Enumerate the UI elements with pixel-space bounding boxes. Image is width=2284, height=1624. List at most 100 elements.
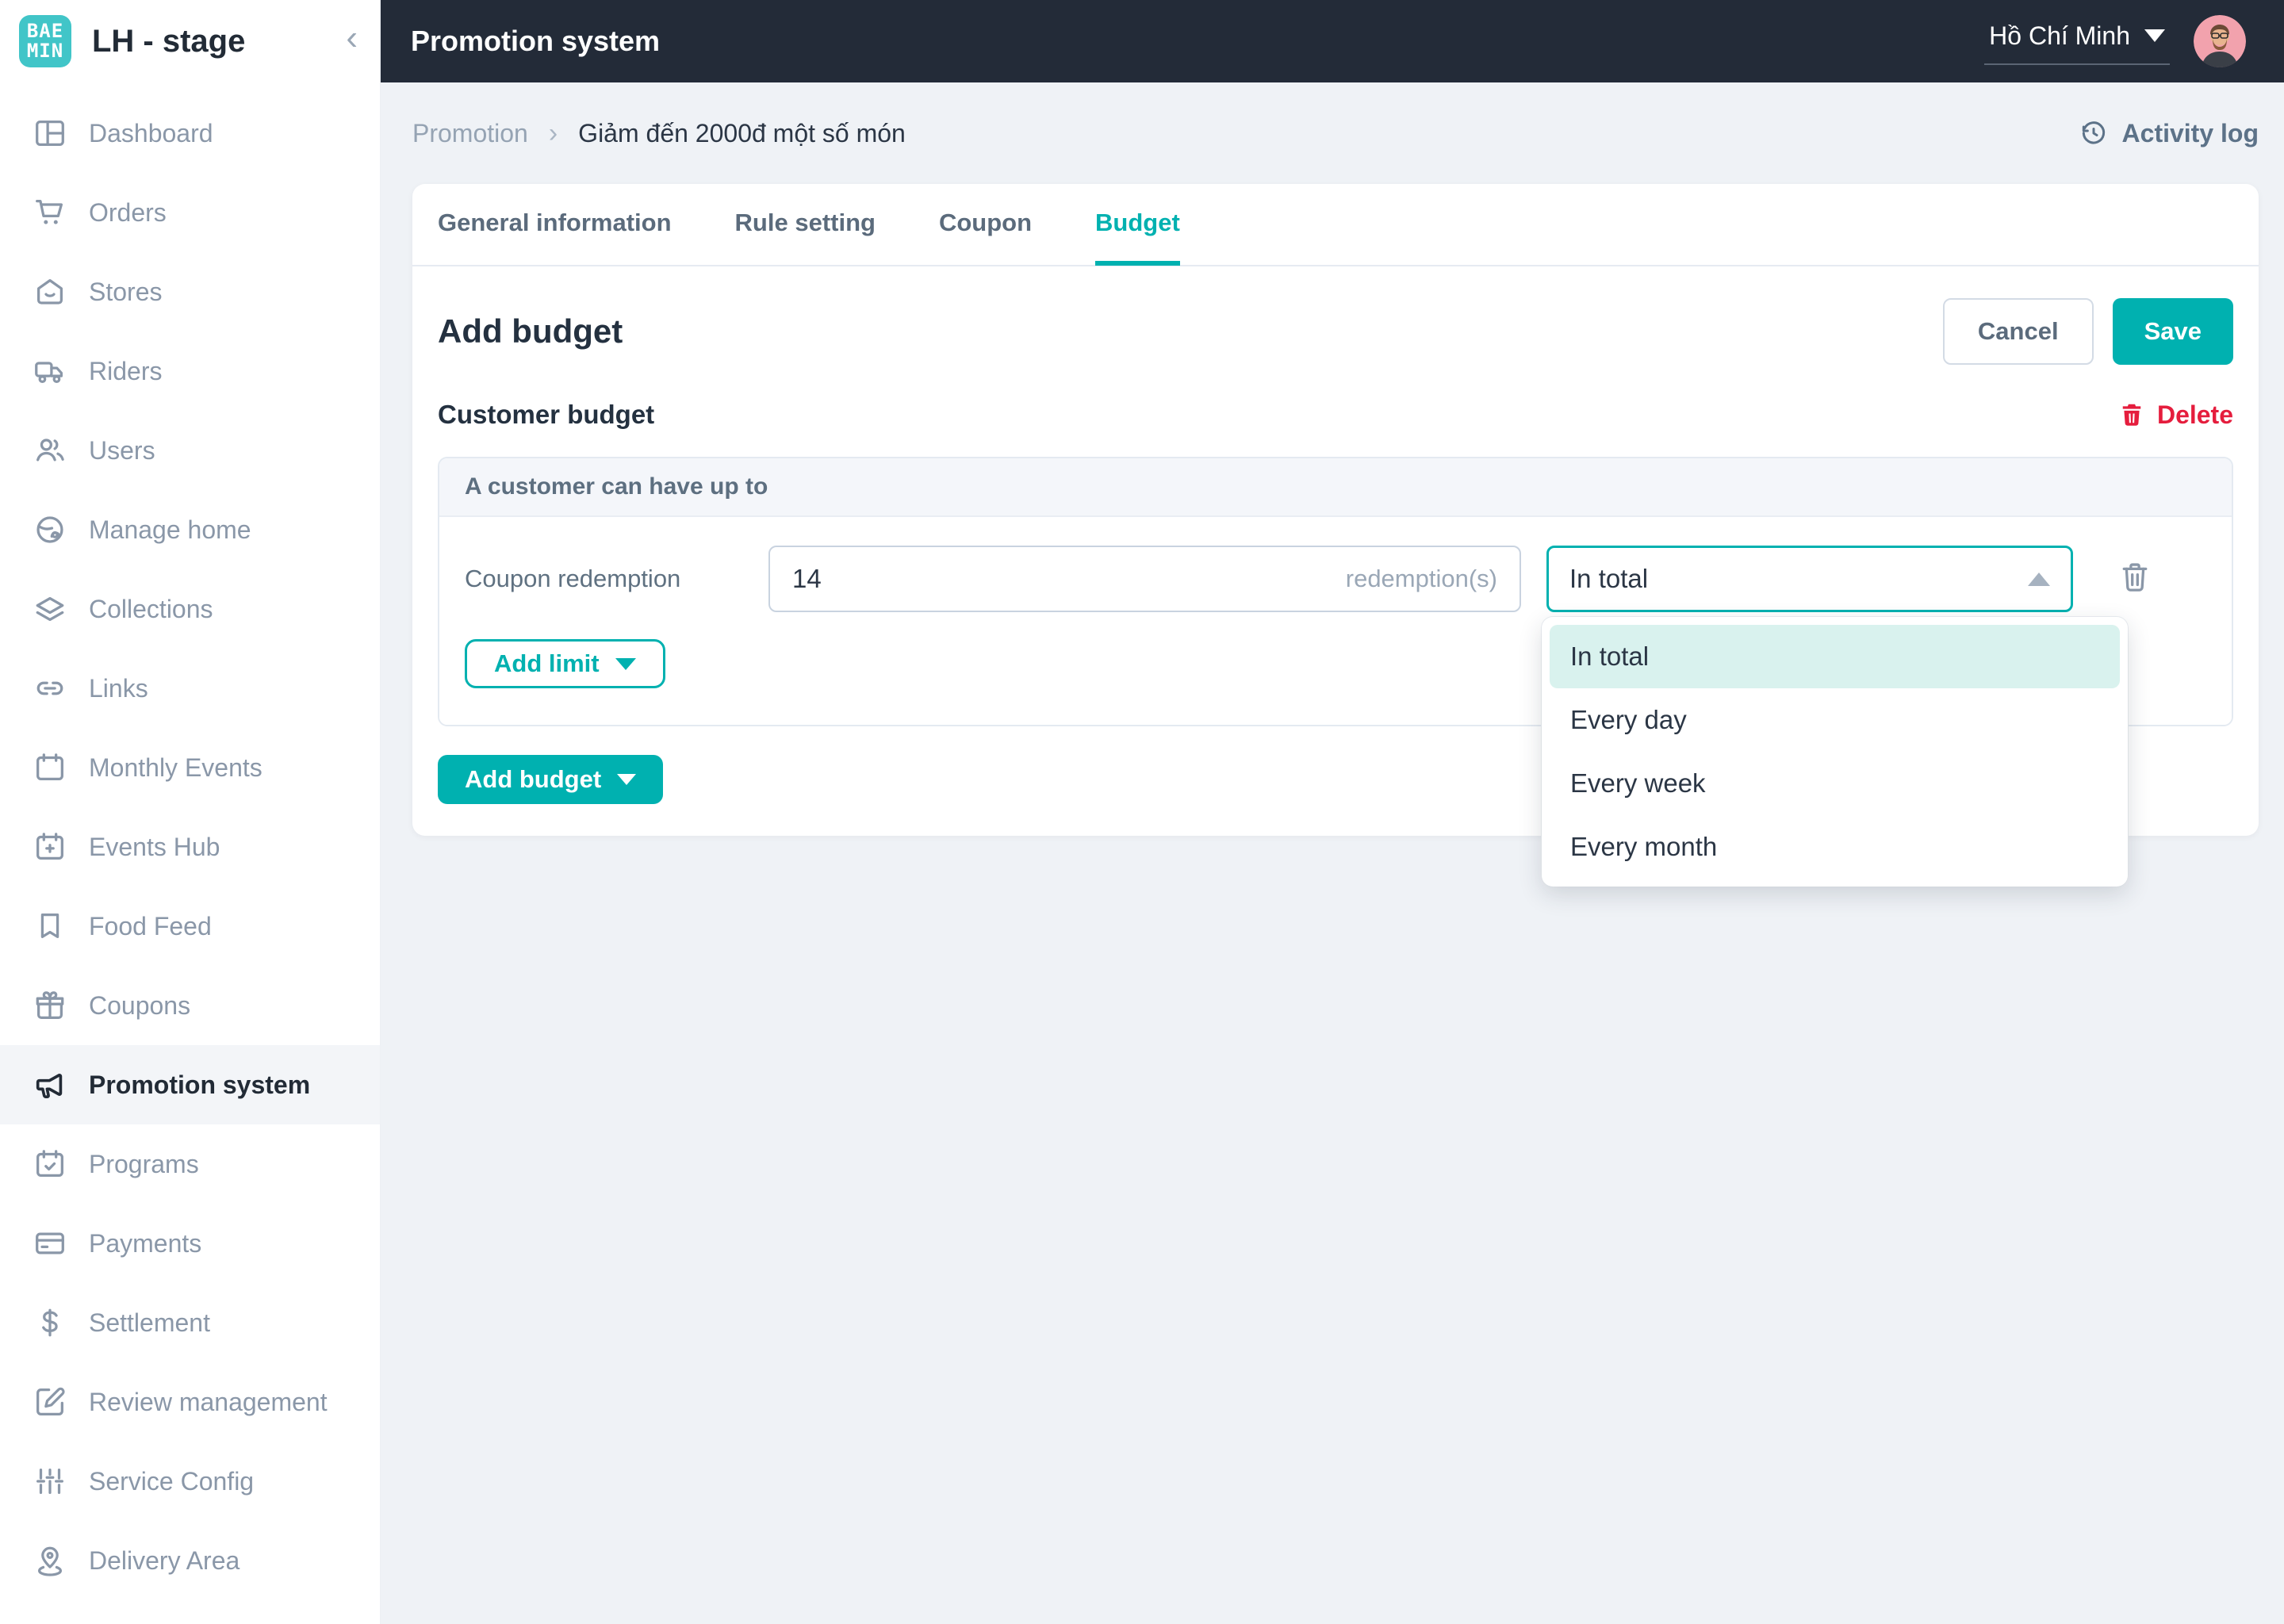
credit-card-icon: [32, 1225, 68, 1262]
topbar: Promotion system Hồ Chí Minh: [381, 0, 2284, 82]
sidebar-item-review-management[interactable]: Review management: [0, 1362, 380, 1442]
dashboard-icon: [32, 115, 68, 151]
redemption-unit-suffix: redemption(s): [1345, 565, 1497, 592]
sidebar-item-label: Users: [89, 435, 155, 465]
sidebar-item-label: Orders: [89, 197, 167, 227]
limit-box-header: A customer can have up to: [439, 458, 2232, 517]
calendar-check-icon: [32, 1146, 68, 1182]
sidebar-item-label: Service Config: [89, 1466, 255, 1496]
sidebar-item-label: Events Hub: [89, 832, 220, 861]
gift-icon: [32, 987, 68, 1024]
breadcrumb-parent-link[interactable]: Promotion: [412, 119, 528, 148]
bookmark-icon: [32, 908, 68, 944]
dollar-icon: [32, 1304, 68, 1341]
avatar[interactable]: [2194, 15, 2246, 67]
truck-icon: [32, 353, 68, 389]
sidebar-item-label: Stores: [89, 277, 163, 306]
tab-rule-setting[interactable]: Rule setting: [735, 185, 876, 266]
layers-icon: [32, 591, 68, 627]
sidebar-item-label: Riders: [89, 356, 163, 385]
sidebar-item-label: Manage home: [89, 515, 251, 544]
globe-icon: [32, 511, 68, 548]
sidebar-item-events-hub[interactable]: Events Hub: [0, 807, 380, 887]
sidebar-item-label: Payments: [89, 1228, 202, 1258]
sidebar-item-links[interactable]: Links: [0, 649, 380, 728]
sidebar-item-label: Dashboard: [89, 118, 213, 147]
add-limit-label: Add limit: [494, 649, 600, 677]
sidebar-item-coupons[interactable]: Coupons: [0, 966, 380, 1045]
sidebar-item-service-config[interactable]: Service Config: [0, 1442, 380, 1521]
baemin-logo: BAE MIN: [19, 15, 71, 67]
delete-label: Delete: [2156, 400, 2233, 429]
dropdown-option-every-month[interactable]: Every month: [1550, 815, 2120, 879]
tab-coupon[interactable]: Coupon: [939, 185, 1032, 266]
customer-budget-row: Customer budget Delete: [438, 400, 2233, 430]
breadcrumb-row: Promotion › Giảm đến 2000đ một số món Ac…: [412, 82, 2259, 184]
tab-budget[interactable]: Budget: [1095, 185, 1180, 266]
megaphone-icon: [32, 1067, 68, 1103]
sidebar-item-manage-home[interactable]: Manage home: [0, 490, 380, 569]
sidebar-item-payments[interactable]: Payments: [0, 1204, 380, 1283]
cancel-button[interactable]: Cancel: [1942, 298, 2094, 365]
chevron-down-icon: [2144, 29, 2165, 42]
sidebar-item-label: Delivery Area: [89, 1545, 240, 1575]
sidebar-item-food-feed[interactable]: Food Feed: [0, 887, 380, 966]
chevron-down-icon: [617, 774, 637, 785]
delete-budget-button[interactable]: Delete: [2117, 400, 2233, 430]
add-budget-button[interactable]: Add budget: [438, 755, 664, 804]
users-icon: [32, 432, 68, 469]
redemption-count-input[interactable]: 14 redemption(s): [768, 546, 1521, 612]
sidebar-item-orders[interactable]: Orders: [0, 173, 380, 252]
calendar-plus-icon: [32, 829, 68, 865]
logo-line2: MIN: [26, 40, 64, 62]
dropdown-option-every-week[interactable]: Every week: [1550, 752, 2120, 815]
remove-limit-trash-icon[interactable]: [2117, 560, 2152, 599]
budget-header-row: Add budget Cancel Save: [438, 298, 2233, 365]
dropdown-option-every-day[interactable]: Every day: [1550, 688, 2120, 752]
topbar-right: Hồ Chí Minh: [1984, 15, 2246, 67]
sidebar-item-programs[interactable]: Programs: [0, 1124, 380, 1204]
sidebar-item-settlement[interactable]: Settlement: [0, 1283, 380, 1362]
sidebar-item-label: Review management: [89, 1387, 328, 1416]
sliders-icon: [32, 1463, 68, 1500]
sidebar-item-label: Settlement: [89, 1308, 210, 1337]
customer-budget-title: Customer budget: [438, 400, 655, 429]
sidebar-collapse-icon[interactable]: ‹: [346, 21, 358, 62]
sidebar-header: BAE MIN LH - stage ‹: [0, 0, 380, 82]
store-icon: [32, 274, 68, 310]
chevron-right-icon: ›: [548, 117, 558, 148]
region-selector[interactable]: Hồ Chí Minh: [1984, 18, 2170, 65]
breadcrumb: Promotion › Giảm đến 2000đ một số món: [412, 118, 2078, 149]
calendar-icon: [32, 749, 68, 786]
history-icon: [2082, 121, 2105, 144]
dropdown-option-in-total[interactable]: In total: [1550, 625, 2120, 688]
sidebar-item-dashboard[interactable]: Dashboard: [0, 94, 380, 173]
header-actions: Cancel Save: [1942, 298, 2233, 365]
sidebar-item-riders[interactable]: Riders: [0, 331, 380, 411]
sidebar-item-label: Links: [89, 673, 148, 703]
coupon-redemption-label: Coupon redemption: [465, 565, 681, 592]
coupon-redemption-row: Coupon redemption 14 redemption(s) In to…: [465, 546, 2206, 612]
add-limit-button[interactable]: Add limit: [465, 639, 665, 688]
sidebar-item-label: Monthly Events: [89, 753, 263, 782]
sidebar-item-label: Programs: [89, 1149, 199, 1178]
sidebar-item-delivery-area[interactable]: Delivery Area: [0, 1521, 380, 1600]
sidebar-item-monthly-events[interactable]: Monthly Events: [0, 728, 380, 807]
edit-icon: [32, 1384, 68, 1420]
frequency-select[interactable]: In total: [1546, 546, 2073, 612]
redemption-count-value: 14: [792, 564, 822, 593]
tab-general-information[interactable]: General information: [438, 185, 672, 266]
app-root: BAE MIN LH - stage ‹ Dashboard Orders St…: [0, 0, 2284, 1624]
sidebar-item-stores[interactable]: Stores: [0, 252, 380, 331]
sidebar-item-label: Promotion system: [89, 1070, 311, 1099]
cart-icon: [32, 194, 68, 231]
sidebar: BAE MIN LH - stage ‹ Dashboard Orders St…: [0, 0, 381, 1624]
sidebar-item-label: Coupons: [89, 990, 191, 1020]
region-label: Hồ Chí Minh: [1989, 21, 2130, 50]
sidebar-item-users[interactable]: Users: [0, 411, 380, 490]
tab-bar: General information Rule setting Coupon …: [412, 184, 2259, 266]
sidebar-item-promotion-system[interactable]: Promotion system: [0, 1045, 380, 1124]
sidebar-item-collections[interactable]: Collections: [0, 569, 380, 649]
activity-log-button[interactable]: Activity log: [2078, 117, 2259, 149]
save-button[interactable]: Save: [2112, 298, 2233, 365]
